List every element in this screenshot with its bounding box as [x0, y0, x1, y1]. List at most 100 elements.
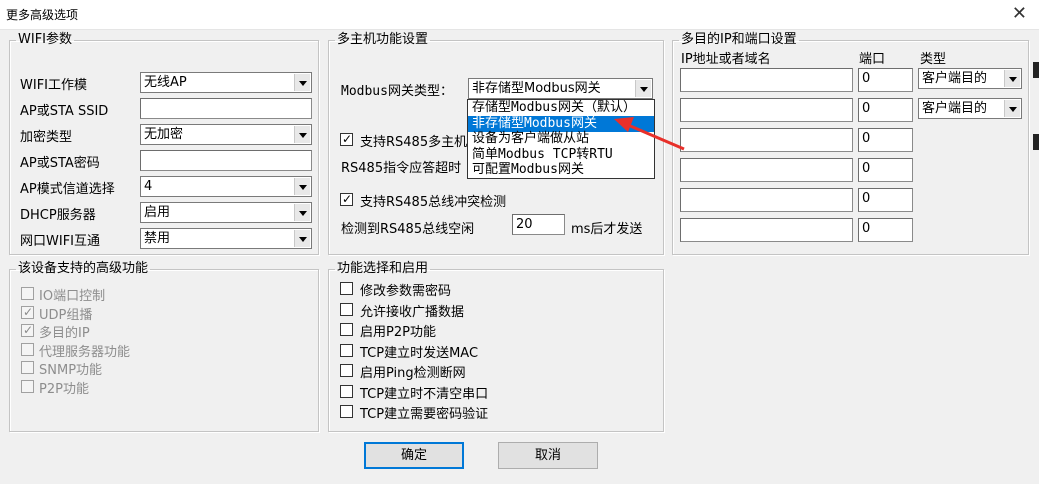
check-icon: ✓ — [23, 304, 34, 319]
target-port-input[interactable]: 0 — [858, 218, 913, 242]
wifi-row-label: AP或STA密码 — [20, 156, 100, 171]
supported-feature-checkbox: ✓ — [21, 323, 34, 337]
supported-features-legend: 该设备支持的高级功能 — [18, 261, 149, 276]
wifi-row-input[interactable] — [140, 98, 312, 119]
chevron-down-icon[interactable] — [1004, 100, 1020, 117]
rs485-multihost-label: 支持RS485多主机 — [360, 135, 468, 150]
function-label: TCP建立时发送MAC — [360, 345, 479, 361]
collision-detect-label: 支持RS485总线冲突检测 — [360, 195, 507, 210]
chevron-down-icon[interactable] — [294, 178, 310, 195]
type-column-header: 类型 — [920, 52, 947, 67]
ip-column-header: IP地址或者域名 — [681, 52, 771, 67]
supported-feature-label: UDP组播 — [39, 307, 93, 323]
supported-feature-checkbox — [21, 287, 34, 300]
wifi-row-value: 禁用 — [144, 231, 171, 246]
cancel-button[interactable]: 取消 — [498, 442, 598, 469]
supported-feature-checkbox — [21, 361, 34, 374]
target-type-select[interactable]: 客户端目的 — [918, 68, 1022, 89]
function-label: TCP建立时不清空串口 — [360, 386, 489, 402]
target-type-value: 客户端目的 — [922, 101, 988, 116]
wifi-row-value: 无线AP — [144, 75, 187, 90]
title-bar: 更多高级选项 ✕ — [0, 0, 1039, 30]
chevron-down-icon[interactable] — [294, 74, 310, 91]
wifi-row-select[interactable]: 4 — [140, 176, 312, 197]
window-edge-mark — [1033, 62, 1039, 78]
function-checkbox[interactable] — [340, 384, 353, 398]
chevron-down-icon[interactable] — [294, 230, 310, 247]
wifi-row-select[interactable]: 启用 — [140, 202, 312, 223]
chevron-down-icon[interactable] — [294, 126, 310, 143]
check-icon: ✓ — [23, 323, 34, 337]
supported-feature-label: 多目的IP — [39, 326, 90, 341]
functions-group-legend: 功能选择和启用 — [337, 261, 429, 276]
supported-feature-label: SNMP功能 — [39, 363, 103, 378]
window-edge-mark — [1033, 134, 1039, 150]
gateway-type-select[interactable]: 非存储型Modbus网关 — [468, 78, 653, 99]
target-ip-input[interactable] — [680, 98, 853, 122]
target-ip-input[interactable] — [680, 128, 853, 152]
supported-feature-label: 代理服务器功能 — [39, 344, 131, 360]
wifi-row-label: DHCP服务器 — [20, 208, 96, 223]
wifi-group-legend: WIFI参数 — [18, 32, 72, 47]
port-column-header: 端口 — [859, 52, 886, 67]
wifi-row-select[interactable]: 禁用 — [140, 228, 312, 249]
arrow-head — [614, 117, 634, 132]
wifi-row-input[interactable] — [140, 150, 312, 171]
target-port-input[interactable]: 0 — [858, 128, 913, 152]
target-type-select[interactable]: 客户端目的 — [918, 98, 1022, 119]
target-ip-input[interactable] — [680, 68, 853, 92]
gateway-type-value: 非存储型Modbus网关 — [472, 81, 601, 96]
function-checkbox[interactable] — [340, 282, 353, 295]
annotation-arrow-icon — [614, 117, 685, 151]
chevron-down-icon[interactable] — [635, 80, 651, 97]
supported-feature-label: IO端口控制 — [39, 289, 106, 304]
function-label: 启用Ping检测断网 — [360, 366, 466, 381]
target-type-value: 客户端目的 — [922, 71, 988, 86]
target-ip-input[interactable] — [680, 218, 853, 242]
check-icon: ✓ — [342, 132, 353, 146]
wifi-row-label: AP模式信道选择 — [20, 182, 115, 197]
target-port-input[interactable]: 0 — [858, 188, 913, 212]
arrow-shaft — [627, 123, 685, 151]
wifi-row-select[interactable]: 无加密 — [140, 124, 312, 145]
function-label: TCP建立需要密码验证 — [360, 407, 489, 422]
collision-detect-checkbox[interactable]: ✓ — [340, 192, 353, 206]
function-label: 修改参数需密码 — [360, 284, 452, 299]
wifi-row-label: AP或STA SSID — [20, 104, 109, 119]
target-port-input[interactable]: 0 — [858, 68, 913, 92]
wifi-row-label: 加密类型 — [20, 130, 73, 145]
rs485-multihost-checkbox[interactable]: ✓ — [340, 132, 353, 146]
target-port-input[interactable]: 0 — [858, 98, 913, 122]
target-ip-input[interactable] — [680, 188, 853, 212]
bus-idle-label: 检测到RS485总线空闲 — [341, 222, 475, 237]
bus-idle-input[interactable]: 20 — [512, 214, 565, 235]
bus-idle-suffix: ms后才发送 — [571, 222, 643, 237]
function-checkbox[interactable] — [340, 343, 353, 357]
function-checkbox[interactable] — [340, 302, 353, 316]
check-icon: ✓ — [342, 192, 353, 206]
window-title: 更多高级选项 — [6, 8, 79, 22]
target-ip-input[interactable] — [680, 158, 853, 182]
chevron-down-icon[interactable] — [294, 204, 310, 221]
gateway-type-label: Modbus网关类型： — [341, 84, 453, 99]
target-port-input[interactable]: 0 — [858, 158, 913, 182]
wifi-row-value: 无加密 — [144, 127, 184, 142]
function-checkbox[interactable] — [340, 364, 353, 377]
close-icon[interactable]: ✕ — [1012, 3, 1027, 24]
wifi-row-value: 启用 — [144, 205, 171, 220]
multihost-group-legend: 多主机功能设置 — [337, 32, 429, 47]
wifi-row-select[interactable]: 无线AP — [140, 72, 312, 93]
function-checkbox[interactable] — [340, 405, 353, 418]
function-label: 允许接收广播数据 — [360, 304, 465, 320]
multitarget-group-legend: 多目的IP和端口设置 — [681, 32, 797, 47]
function-checkbox[interactable] — [340, 323, 353, 336]
chevron-down-icon[interactable] — [1004, 70, 1020, 87]
rs485-timeout-label: RS485指令应答超时 — [341, 161, 462, 176]
function-label: 启用P2P功能 — [360, 325, 436, 340]
supported-feature-checkbox — [21, 342, 34, 356]
gateway-option[interactable]: 可配置Modbus网关 — [468, 162, 654, 178]
wifi-row-label: WIFI工作模 — [20, 78, 87, 93]
wifi-row-label: 网口WIFI互通 — [20, 234, 100, 249]
supported-feature-checkbox — [21, 379, 34, 393]
ok-button[interactable]: 确定 — [364, 442, 464, 469]
